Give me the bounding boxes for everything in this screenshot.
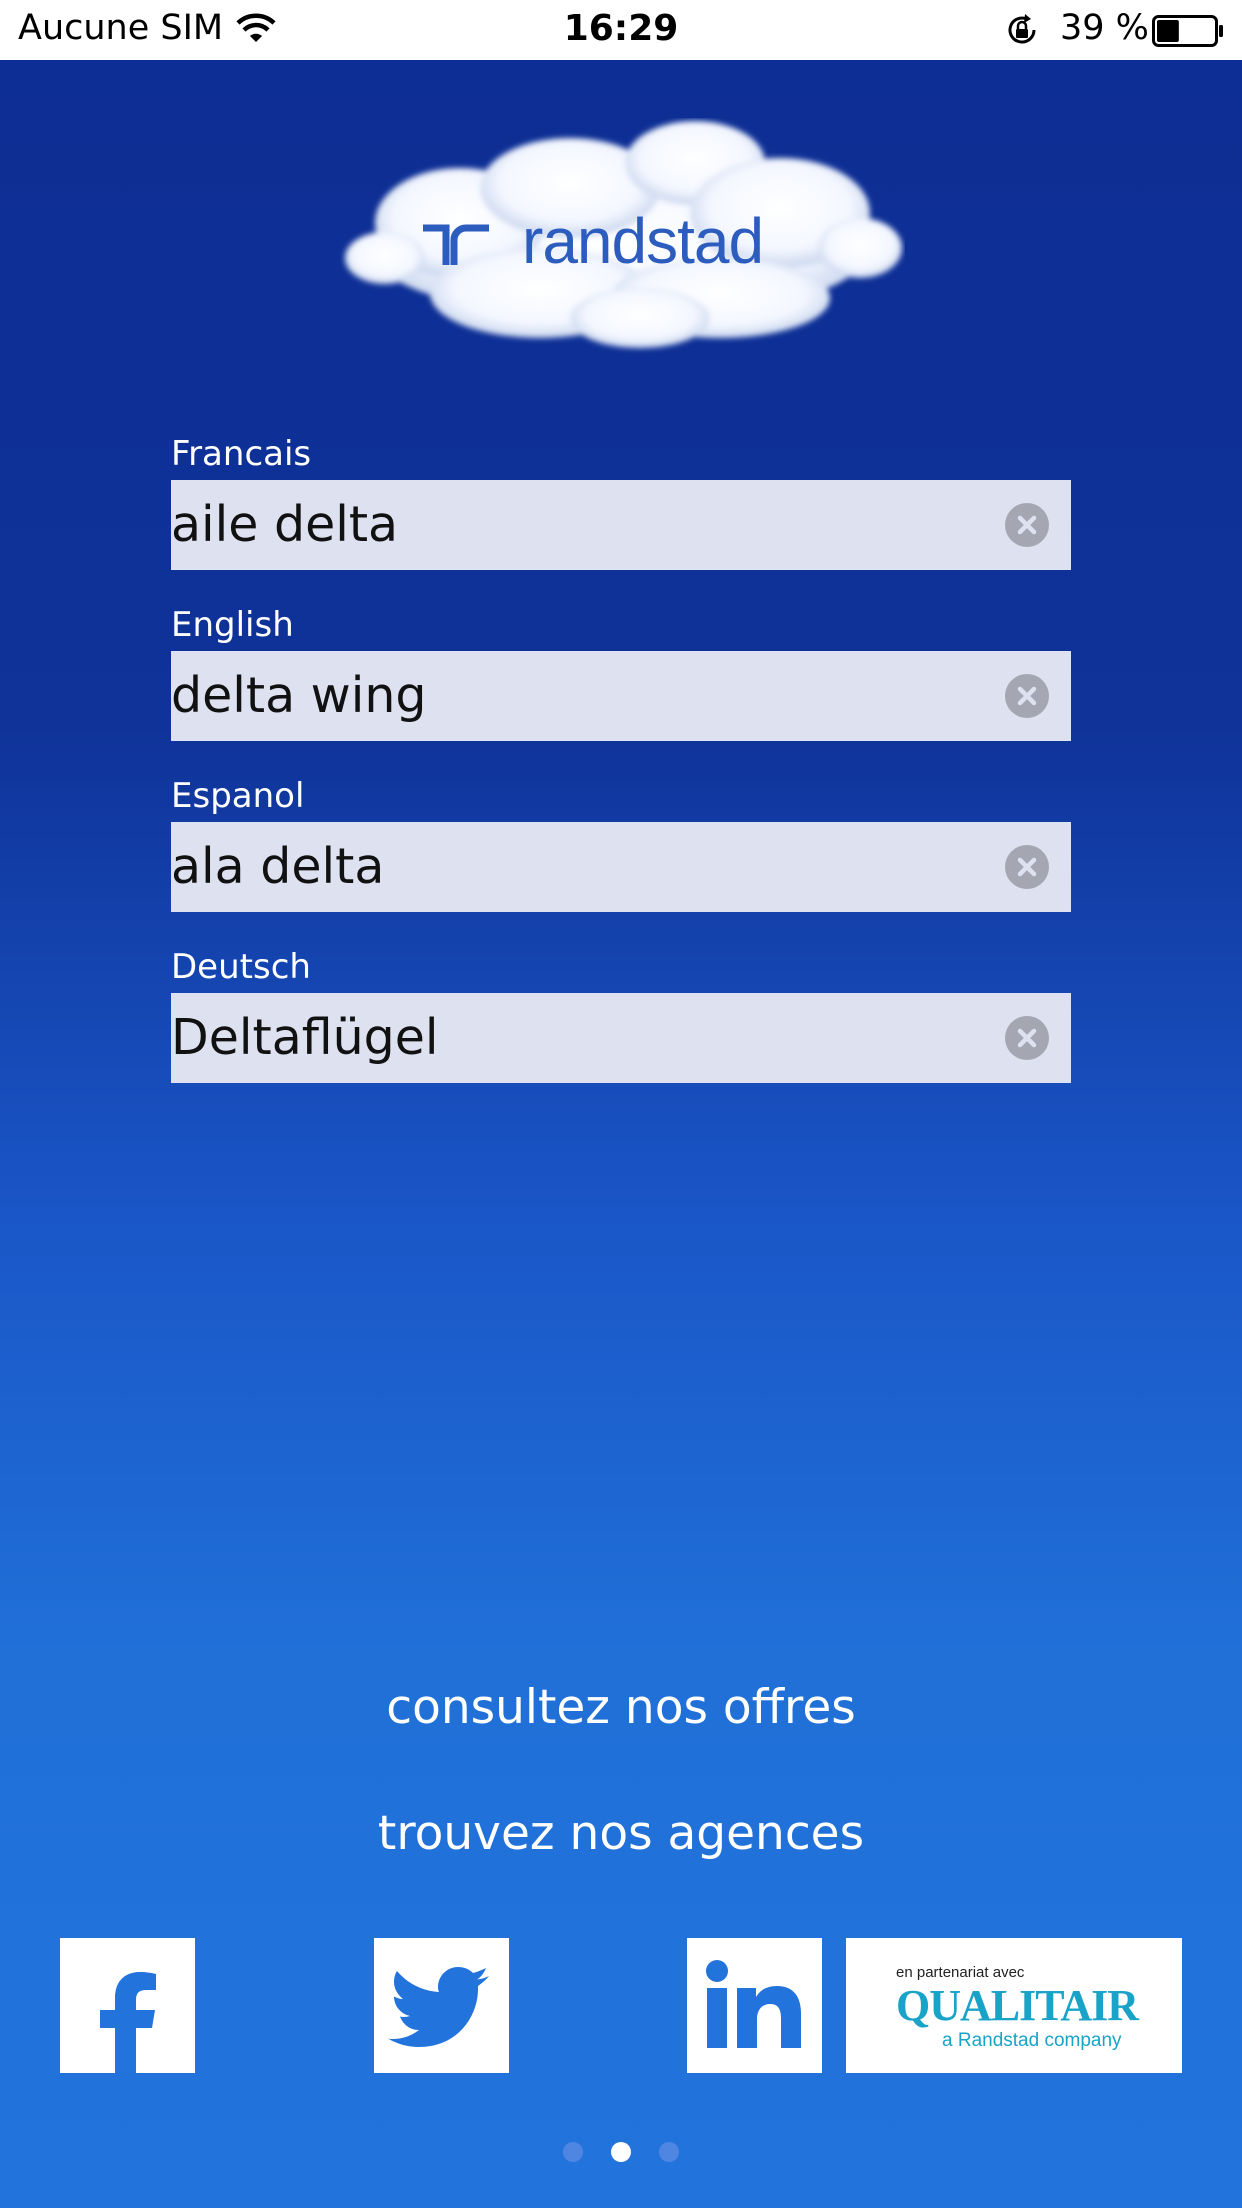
page-dot-2[interactable]	[611, 2142, 631, 2162]
input-english[interactable]	[171, 651, 991, 741]
field-english	[171, 651, 1071, 741]
partner-tagline-text: a Randstad company	[942, 2030, 1122, 2051]
randstad-logo-icon	[423, 224, 489, 265]
twitter-button[interactable]	[374, 1938, 509, 2073]
input-deutsch[interactable]	[171, 993, 991, 1083]
clear-espanol-button[interactable]	[1005, 845, 1049, 889]
clear-icon	[1017, 515, 1037, 535]
clear-deutsch-button[interactable]	[1005, 1016, 1049, 1060]
linkedin-icon	[706, 1960, 801, 2048]
page-dot-3[interactable]	[659, 2142, 679, 2162]
clear-icon	[1017, 1028, 1037, 1048]
input-espanol[interactable]	[171, 822, 991, 912]
label-espanol: Espanol	[171, 776, 305, 816]
facebook-button[interactable]	[60, 1938, 195, 2073]
page-dot-1[interactable]	[563, 2142, 583, 2162]
partner-brand-text: QUALITAIR	[896, 1981, 1139, 2030]
battery-percentage: 39 %	[1060, 8, 1149, 48]
label-francais: Francais	[171, 434, 312, 474]
battery-icon	[1152, 15, 1223, 47]
clear-francais-button[interactable]	[1005, 503, 1049, 547]
label-english: English	[171, 605, 294, 645]
input-francais[interactable]	[171, 480, 991, 570]
clear-english-button[interactable]	[1005, 674, 1049, 718]
field-espanol	[171, 822, 1071, 912]
offers-link[interactable]: consultez nos offres	[0, 1680, 1242, 1735]
clear-icon	[1017, 857, 1037, 877]
qualitair-partner-banner[interactable]: en partenariat avec QUALITAIR a Randstad…	[846, 1938, 1182, 2073]
randstad-logo-text: randstad	[522, 205, 764, 277]
linkedin-button[interactable]	[687, 1938, 822, 2073]
clear-icon	[1017, 686, 1037, 706]
clock: 16:29	[563, 8, 679, 49]
facebook-icon	[100, 1972, 156, 2073]
field-francais	[171, 480, 1071, 570]
partner-intro-text: en partenariat avec	[896, 1964, 1025, 1981]
field-deutsch	[171, 993, 1071, 1083]
twitter-icon	[388, 1967, 489, 2047]
orientation-lock-icon	[1008, 14, 1036, 44]
status-bar: Aucune SIM 16:29 39 %	[0, 0, 1242, 60]
label-deutsch: Deutsch	[171, 947, 311, 987]
agencies-link[interactable]: trouvez nos agences	[0, 1806, 1242, 1861]
